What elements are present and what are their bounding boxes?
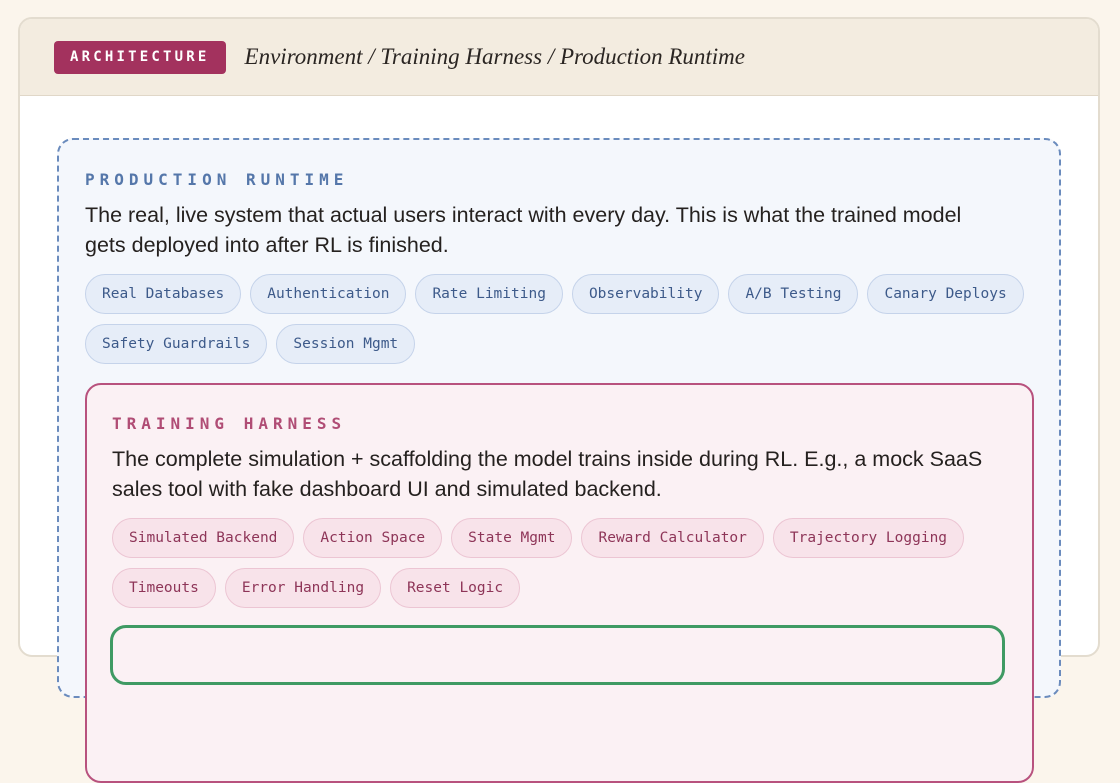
architecture-badge: ARCHITECTURE [54, 40, 226, 74]
production-runtime-label: PRODUCTION RUNTIME [85, 170, 349, 189]
training-harness-chips: Simulated Backend Action Space State Mgm… [112, 518, 1012, 608]
chip-timeouts: Timeouts [112, 568, 216, 608]
card-header: ARCHITECTURE Environment / Training Harn… [20, 19, 1098, 96]
environment-box [110, 625, 1005, 685]
training-harness-label: TRAINING HARNESS [112, 414, 347, 433]
production-runtime-chips: Real Databases Authentication Rate Limit… [85, 274, 1045, 364]
chip-observability: Observability [571, 274, 720, 314]
chip-reward-calculator: Reward Calculator [581, 518, 764, 558]
header-title: Environment / Training Harness / Product… [244, 44, 745, 69]
production-runtime-box: PRODUCTION RUNTIME The real, live system… [57, 138, 1061, 783]
chip-session-mgmt: Session Mgmt [276, 324, 416, 364]
chip-real-databases: Real Databases [85, 274, 242, 314]
chip-canary-deploys: Canary Deploys [867, 274, 1024, 314]
chip-authentication: Authentication [250, 274, 407, 314]
training-harness-box: TRAINING HARNESS The complete simulation… [85, 383, 1034, 783]
chip-ab-testing: A/B Testing [728, 274, 859, 314]
chip-error-handling: Error Handling [224, 568, 382, 608]
chip-simulated-backend: Simulated Backend [112, 518, 295, 558]
chip-state-mgmt: State Mgmt [451, 518, 573, 558]
chip-reset-logic: Reset Logic [390, 568, 521, 608]
training-harness-description: The complete simulation + scaffolding th… [112, 447, 983, 501]
chip-safety-guardrails: Safety Guardrails [85, 324, 268, 364]
production-runtime-description: The real, live system that actual users … [85, 203, 962, 257]
chip-trajectory-logging: Trajectory Logging [772, 518, 965, 558]
chip-action-space: Action Space [303, 518, 443, 558]
chip-rate-limiting: Rate Limiting [415, 274, 563, 314]
